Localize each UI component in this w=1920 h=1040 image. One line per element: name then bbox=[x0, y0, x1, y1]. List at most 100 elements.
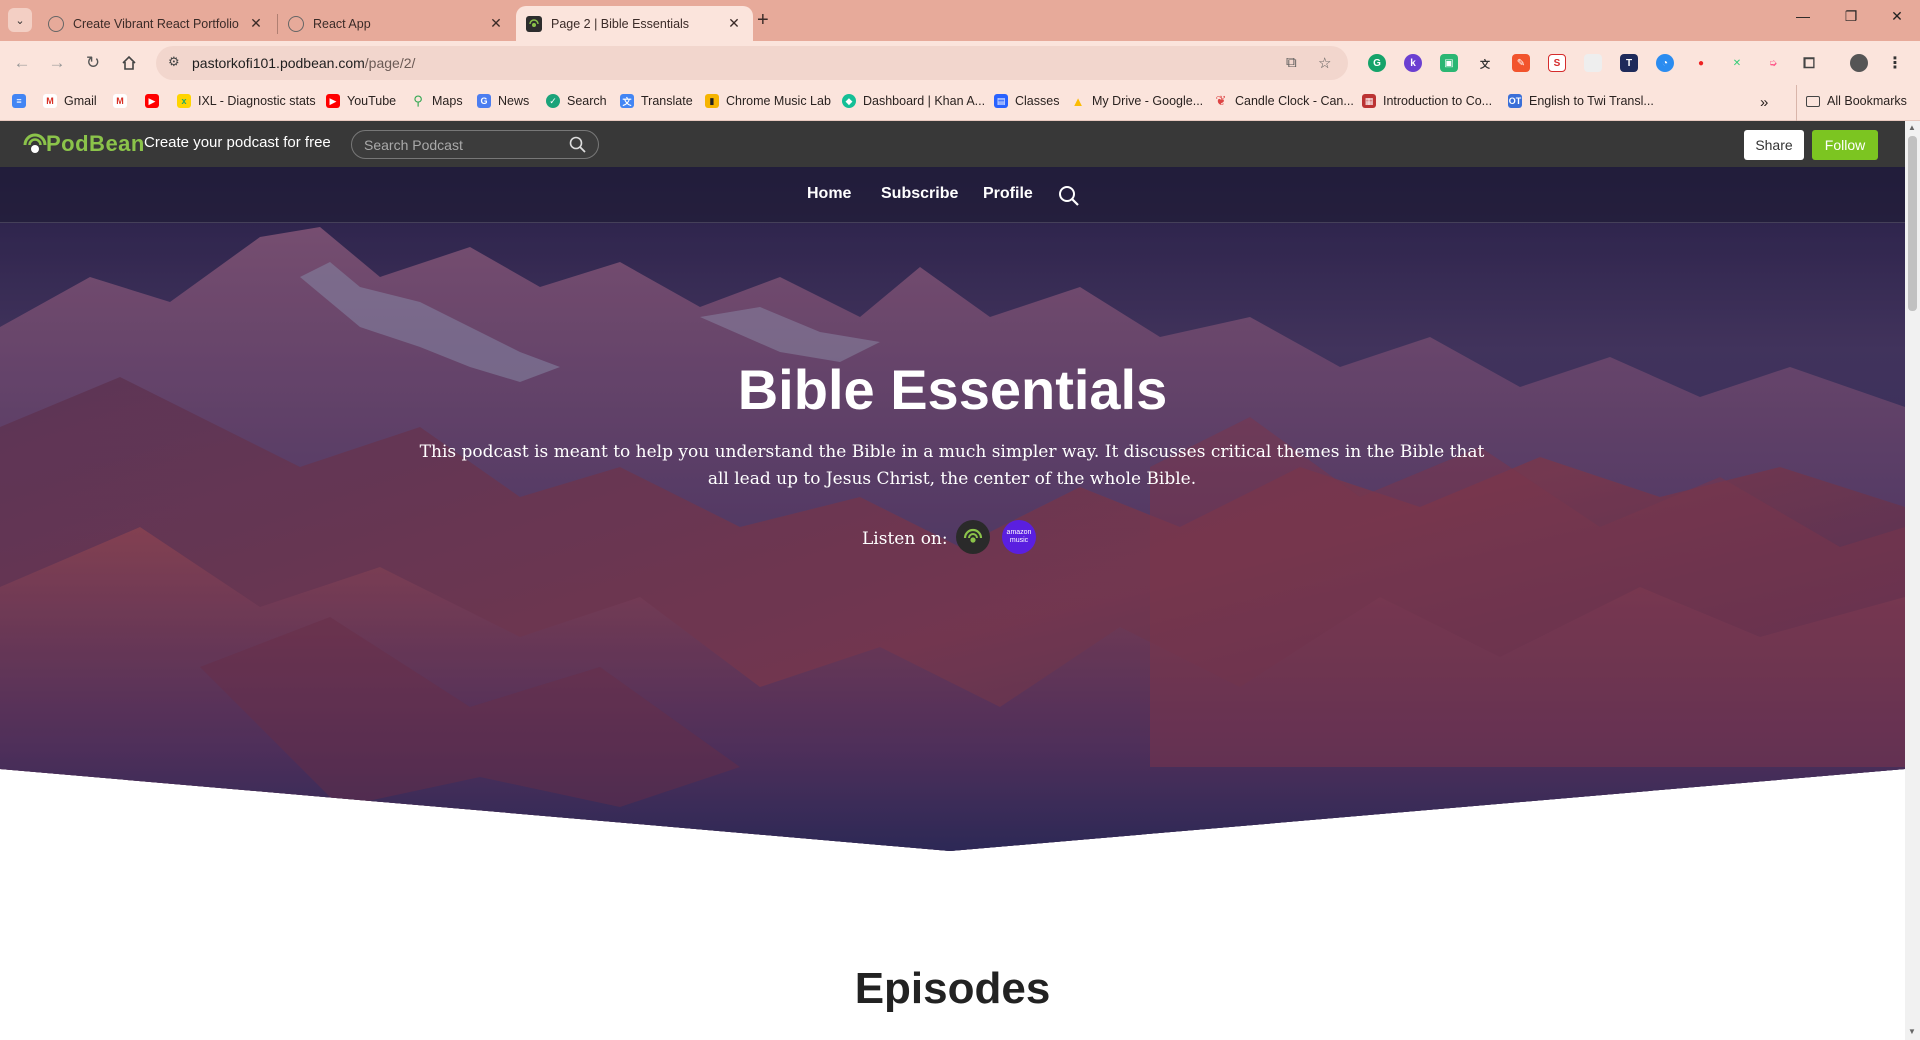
extension-x-icon[interactable]: ✕ bbox=[1728, 54, 1746, 72]
youtube-icon: ▶ bbox=[326, 94, 340, 108]
extension-orange-icon[interactable]: ✎ bbox=[1512, 54, 1530, 72]
grammarly-extension-icon[interactable]: G bbox=[1368, 54, 1386, 72]
podbean-header: PodBean Create your podcast for free Sha… bbox=[0, 121, 1905, 167]
share-button[interactable]: Share bbox=[1744, 130, 1804, 160]
extension-arrow-icon[interactable]: ➭ bbox=[1764, 54, 1782, 72]
podbean-app-icon[interactable] bbox=[956, 520, 990, 554]
bookmark-translate[interactable]: 文 Translate bbox=[620, 94, 693, 108]
tab-title: React App bbox=[313, 16, 371, 31]
bookmark-intro[interactable]: ▦ Introduction to Co... bbox=[1362, 94, 1492, 108]
page-scrollbar[interactable]: ▲ ▼ bbox=[1905, 121, 1920, 1040]
amazon-music-icon[interactable]: amazon music bbox=[1002, 520, 1036, 554]
gmail-icon: M bbox=[43, 94, 57, 108]
youtube-icon: ▶ bbox=[145, 94, 159, 108]
mountain-background-image bbox=[0, 167, 1905, 851]
bookmark-news[interactable]: G News bbox=[477, 94, 529, 108]
tab-react-portfolio[interactable]: Create Vibrant React Portfolio ✕ bbox=[38, 6, 275, 41]
bookmark-classes[interactable]: ▤ Classes bbox=[994, 94, 1059, 108]
bookmark-khan[interactable]: ◆ Dashboard | Khan A... bbox=[842, 94, 985, 108]
extensions-puzzle-icon[interactable]: ⧠ bbox=[1800, 54, 1818, 72]
podcast-title: Bible Essentials bbox=[737, 358, 1168, 421]
podcast-description: This podcast is meant to help you unders… bbox=[419, 442, 1485, 489]
close-tab-icon[interactable]: ✕ bbox=[487, 15, 505, 32]
browser-toolbar: ← → ↻ ⚙ pastorkofi101.podbean.com/page/2… bbox=[0, 41, 1920, 85]
hero-banner: Home Subscribe Profile Bible Essentials … bbox=[0, 167, 1905, 895]
tab-react-app[interactable]: React App ✕ bbox=[278, 6, 515, 41]
tab-bible-essentials[interactable]: Page 2 | Bible Essentials ✕ bbox=[516, 6, 753, 41]
create-podcast-link[interactable]: Create your podcast for free bbox=[144, 134, 331, 151]
bookmark-star-icon[interactable]: ☆ bbox=[1318, 54, 1331, 72]
close-tab-icon[interactable]: ✕ bbox=[247, 15, 265, 32]
site-info-icon[interactable]: ⚙ bbox=[168, 54, 180, 70]
ixl-icon: x bbox=[177, 94, 191, 108]
kami-extension-icon[interactable]: k bbox=[1404, 54, 1422, 72]
bookmark-search[interactable]: ✓ Search bbox=[546, 94, 607, 108]
podcast-search-box bbox=[351, 130, 599, 159]
scroll-down-icon[interactable]: ▼ bbox=[1908, 1027, 1916, 1036]
translate-extension-icon[interactable]: 文 bbox=[1476, 54, 1494, 72]
extension-red-icon[interactable]: S bbox=[1548, 54, 1566, 72]
close-window-icon[interactable]: ✕ bbox=[1874, 8, 1920, 25]
gmail-icon: M bbox=[113, 94, 127, 108]
music-lab-icon: ▮ bbox=[705, 94, 719, 108]
nav-profile[interactable]: Profile bbox=[983, 185, 1033, 203]
extension-gray-icon[interactable] bbox=[1584, 54, 1602, 72]
bookmark-gmail[interactable]: M Gmail bbox=[43, 94, 97, 108]
bookmark-drive[interactable]: ▲ My Drive - Google... bbox=[1071, 93, 1204, 109]
globe-icon bbox=[288, 15, 304, 32]
bookmark-youtube[interactable]: ▶ YouTube bbox=[326, 94, 396, 108]
bookmark-ixl[interactable]: x IXL - Diagnostic stats bbox=[177, 94, 316, 108]
translate-icon: 文 bbox=[620, 94, 634, 108]
profile-avatar-icon[interactable] bbox=[1850, 54, 1868, 72]
khan-icon: ◆ bbox=[842, 94, 856, 108]
close-tab-icon[interactable]: ✕ bbox=[725, 15, 743, 32]
extension-navy-icon[interactable]: T bbox=[1620, 54, 1638, 72]
home-icon[interactable] bbox=[117, 51, 141, 75]
bookmark-maps[interactable]: ⚲ Maps bbox=[411, 93, 462, 108]
drive-icon: ▲ bbox=[1071, 93, 1085, 109]
back-icon[interactable]: ← bbox=[10, 51, 34, 75]
tab-title: Create Vibrant React Portfolio bbox=[73, 16, 239, 31]
address-bar[interactable]: ⚙ pastorkofi101.podbean.com/page/2/ ⧉ ☆ bbox=[156, 46, 1348, 80]
nav-subscribe[interactable]: Subscribe bbox=[881, 185, 958, 203]
extension-pin-icon[interactable]: ● bbox=[1692, 54, 1710, 72]
install-app-icon[interactable]: ⧉ bbox=[1286, 54, 1297, 71]
minimize-icon[interactable]: — bbox=[1780, 8, 1826, 24]
bookmark-candle-clock[interactable]: ❦ Candle Clock - Can... bbox=[1214, 93, 1354, 108]
follow-button[interactable]: Follow bbox=[1812, 130, 1878, 160]
extension-blue-icon[interactable]: ◔ bbox=[1656, 54, 1674, 72]
page-viewport: PodBean Create your podcast for free Sha… bbox=[0, 121, 1905, 1040]
tab-search-button[interactable]: ⌄ bbox=[8, 8, 32, 32]
new-tab-button[interactable]: + bbox=[757, 9, 769, 32]
url-text[interactable]: pastorkofi101.podbean.com/page/2/ bbox=[192, 55, 415, 71]
bookmarks-divider bbox=[1796, 85, 1797, 121]
podcast-search-input[interactable] bbox=[364, 136, 554, 154]
all-bookmarks-button[interactable]: All Bookmarks bbox=[1806, 94, 1907, 108]
more-bookmarks-button[interactable]: » bbox=[1760, 94, 1768, 111]
browser-menu-icon[interactable]: ⋮ bbox=[1886, 54, 1904, 72]
search-icon: ✓ bbox=[546, 94, 560, 108]
restore-icon[interactable]: ❐ bbox=[1828, 8, 1874, 25]
search-icon[interactable] bbox=[569, 136, 586, 158]
forward-icon[interactable]: → bbox=[45, 51, 69, 75]
bookmark-youtube-icon-only[interactable]: ▶ bbox=[145, 94, 166, 108]
bookmark-twi[interactable]: OT English to Twi Transl... bbox=[1508, 94, 1654, 108]
twi-icon: OT bbox=[1508, 94, 1522, 108]
podbean-favicon-icon bbox=[526, 15, 542, 32]
bookmarks-bar: ≡ M Gmail M ▶ x IXL - Diagnostic stats ▶ Yo… bbox=[0, 85, 1920, 121]
bookmark-chrome-music-lab[interactable]: ▮ Chrome Music Lab bbox=[705, 94, 831, 108]
podbean-logo[interactable]: PodBean bbox=[20, 128, 145, 160]
scroll-up-icon[interactable]: ▲ bbox=[1908, 123, 1916, 132]
scrollbar-thumb[interactable] bbox=[1908, 136, 1917, 311]
news-icon: G bbox=[477, 94, 491, 108]
bookmark-gmail-2[interactable]: M bbox=[113, 94, 134, 108]
maps-icon: ⚲ bbox=[413, 93, 423, 108]
nav-home[interactable]: Home bbox=[807, 185, 851, 203]
search-icon[interactable] bbox=[1058, 185, 1080, 212]
extension-green-icon[interactable]: ▣ bbox=[1440, 54, 1458, 72]
docs-shortcut-icon[interactable]: ≡ bbox=[12, 94, 33, 108]
reload-icon[interactable]: ↻ bbox=[81, 51, 105, 75]
candle-icon: ❦ bbox=[1215, 93, 1227, 108]
podbean-logo-text: PodBean bbox=[46, 131, 145, 156]
intro-icon: ▦ bbox=[1362, 94, 1376, 108]
